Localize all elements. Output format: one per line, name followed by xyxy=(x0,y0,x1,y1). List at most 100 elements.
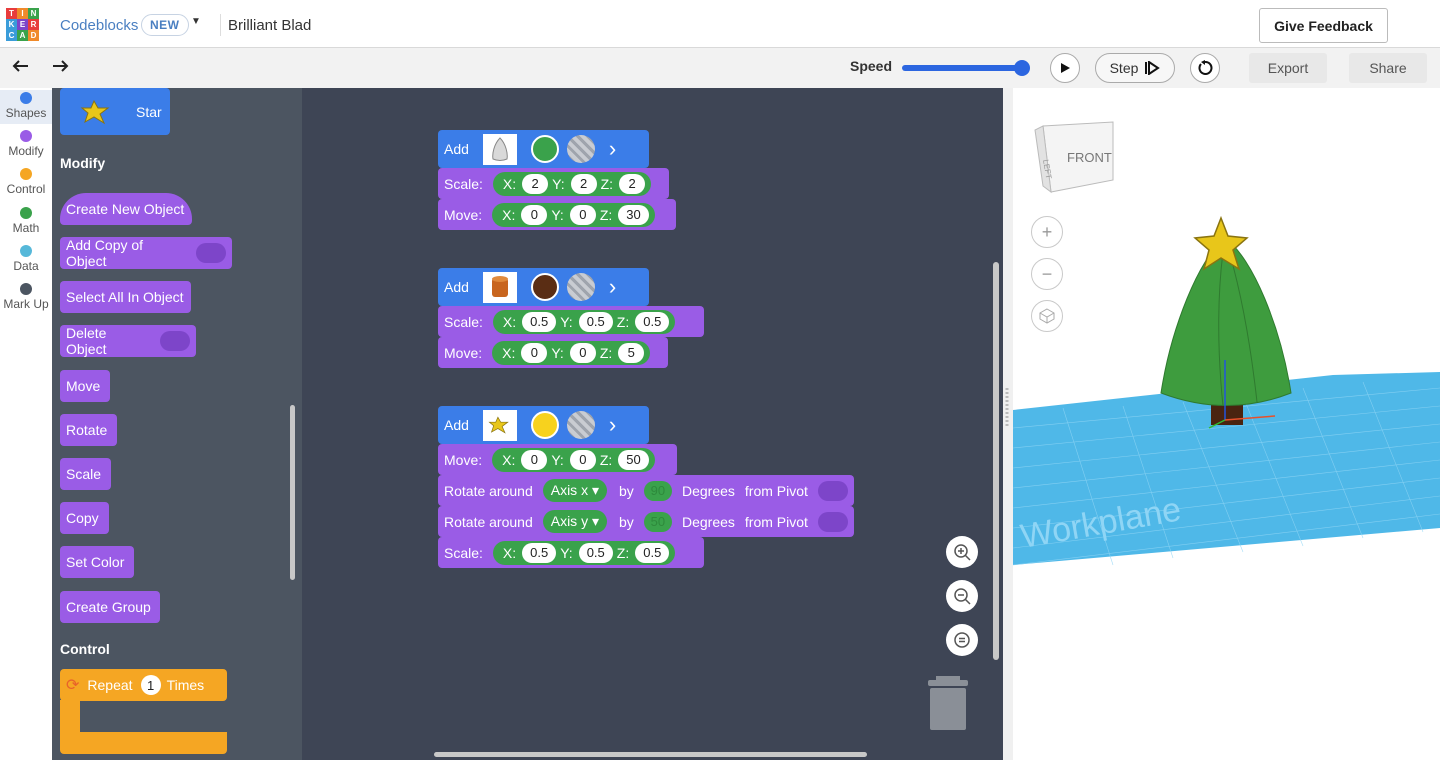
move-block[interactable]: Move: X: 0 Y: 0 Z: 5 xyxy=(438,337,668,368)
cone-shape-icon[interactable] xyxy=(482,133,517,165)
x-input[interactable]: 0.5 xyxy=(522,311,557,332)
add-block-cylinder[interactable]: Add › xyxy=(438,268,649,306)
degrees-input[interactable]: 50 xyxy=(643,511,672,532)
reset-button[interactable] xyxy=(1190,53,1220,83)
category-shapes[interactable]: Shapes xyxy=(0,90,52,124)
y-input[interactable]: 0 xyxy=(569,449,596,470)
3d-viewport[interactable]: Workplane FRONT LEFT xyxy=(1003,88,1440,760)
x-input[interactable]: 0 xyxy=(521,342,548,363)
speed-slider-handle[interactable] xyxy=(1014,60,1030,76)
category-label: Shapes xyxy=(5,106,47,120)
color-swatch-yellow[interactable] xyxy=(530,411,559,439)
category-modify[interactable]: Modify xyxy=(0,130,52,158)
z-input[interactable]: 5 xyxy=(618,342,645,363)
palette-block-create-new-object[interactable]: Create New Object xyxy=(60,193,192,225)
x-input[interactable]: 0 xyxy=(521,449,548,470)
tinkercad-logo[interactable]: T I N K E R C A D xyxy=(6,8,39,41)
palette-block-copy[interactable]: Copy xyxy=(60,502,109,534)
cylinder-shape-icon[interactable] xyxy=(482,271,517,303)
app-name[interactable]: Codeblocks xyxy=(60,17,138,34)
zoom-in-icon[interactable] xyxy=(946,536,978,568)
canvas-horizontal-scrollbar[interactable] xyxy=(434,752,867,757)
reset-zoom-icon[interactable] xyxy=(946,624,978,656)
object-slot[interactable] xyxy=(196,243,226,263)
palette-block-repeat[interactable]: ⟳ Repeat 1 Times xyxy=(60,669,227,701)
hole-swatch[interactable] xyxy=(566,273,595,301)
axis-dropdown[interactable]: Axis x ▾ xyxy=(542,479,607,502)
viewport-zoom-in-icon[interactable]: + xyxy=(1031,216,1063,248)
reset-icon xyxy=(1198,60,1213,75)
object-slot[interactable] xyxy=(160,331,190,351)
rotate-block[interactable]: Rotate around Axis x ▾ by 90 Degrees fro… xyxy=(438,475,854,506)
viewport-home-view-icon[interactable] xyxy=(1031,300,1063,332)
scale-block[interactable]: Scale: X: 2 Y: 2 Z: 2 xyxy=(438,168,669,199)
document-title[interactable]: Brilliant Blad xyxy=(228,17,311,34)
chevron-right-icon[interactable]: › xyxy=(609,274,616,300)
z-input[interactable]: 30 xyxy=(618,204,649,225)
x-input[interactable]: 2 xyxy=(522,173,549,194)
palette-block-add-copy[interactable]: Add Copy of Object xyxy=(60,237,232,269)
chevron-down-icon[interactable]: ▼ xyxy=(191,16,201,27)
move-block[interactable]: Move: X: 0 Y: 0 Z: 30 xyxy=(438,199,676,230)
scale-block[interactable]: Scale: X: 0.5 Y: 0.5 Z: 0.5 xyxy=(438,306,704,337)
category-control[interactable]: Control xyxy=(0,168,52,196)
hole-swatch[interactable] xyxy=(566,411,595,439)
star-shape-icon[interactable] xyxy=(482,409,517,441)
viewport-zoom-out-icon[interactable]: − xyxy=(1031,258,1063,290)
repeat-count[interactable]: 1 xyxy=(140,675,161,695)
shapes-dot-icon xyxy=(20,92,32,104)
palette-block-rotate[interactable]: Rotate xyxy=(60,414,117,446)
x-input[interactable]: 0.5 xyxy=(522,542,557,563)
hole-swatch[interactable] xyxy=(566,135,595,163)
degrees-input[interactable]: 90 xyxy=(643,480,672,501)
redo-icon[interactable] xyxy=(51,57,69,78)
palette-block-star[interactable]: Star xyxy=(60,88,170,135)
step-button[interactable]: Step xyxy=(1095,53,1175,83)
pivot-slot[interactable] xyxy=(817,480,848,501)
palette-block-move[interactable]: Move xyxy=(60,370,110,402)
y-input[interactable]: 0 xyxy=(569,204,596,225)
palette-block-scale[interactable]: Scale xyxy=(60,458,111,490)
y-input[interactable]: 2 xyxy=(570,173,597,194)
z-input[interactable]: 2 xyxy=(619,173,646,194)
3d-scene: Workplane FRONT LEFT xyxy=(1003,88,1440,760)
undo-icon[interactable] xyxy=(12,57,30,78)
category-data[interactable]: Data xyxy=(0,245,52,273)
y-input[interactable]: 0.5 xyxy=(578,542,613,563)
palette-scrollbar[interactable] xyxy=(290,405,295,580)
color-swatch-green[interactable] xyxy=(530,135,559,163)
speed-slider[interactable] xyxy=(902,65,1024,71)
z-input[interactable]: 0.5 xyxy=(635,542,670,563)
axis-dropdown[interactable]: Axis y ▾ xyxy=(542,510,607,533)
rotate-label: Rotate around xyxy=(444,513,533,530)
z-input[interactable]: 50 xyxy=(618,449,649,470)
x-input[interactable]: 0 xyxy=(521,204,548,225)
add-block-star[interactable]: Add › xyxy=(438,406,649,444)
y-input[interactable]: 0 xyxy=(569,342,596,363)
play-button[interactable] xyxy=(1050,53,1080,83)
scale-block[interactable]: Scale: X: 0.5 Y: 0.5 Z: 0.5 xyxy=(438,537,704,568)
chevron-right-icon[interactable]: › xyxy=(609,412,616,438)
category-markup[interactable]: Mark Up xyxy=(0,283,52,311)
z-label: Z: xyxy=(616,544,630,561)
zoom-out-icon[interactable] xyxy=(946,580,978,612)
canvas-vertical-scrollbar[interactable] xyxy=(993,262,999,660)
y-label: Y: xyxy=(552,175,565,192)
share-button[interactable]: Share xyxy=(1349,53,1427,83)
z-input[interactable]: 0.5 xyxy=(635,311,670,332)
palette-block-create-group[interactable]: Create Group xyxy=(60,591,160,623)
rotate-block[interactable]: Rotate around Axis y ▾ by 50 Degrees fro… xyxy=(438,506,854,537)
move-block[interactable]: Move: X: 0 Y: 0 Z: 50 xyxy=(438,444,677,475)
add-block-cone[interactable]: Add › xyxy=(438,130,649,168)
export-button[interactable]: Export xyxy=(1249,53,1327,83)
palette-block-delete-object[interactable]: Delete Object xyxy=(60,325,196,357)
palette-block-select-all[interactable]: Select All In Object xyxy=(60,281,191,313)
color-swatch-brown[interactable] xyxy=(530,273,559,301)
category-math[interactable]: Math xyxy=(0,207,52,235)
palette-block-set-color[interactable]: Set Color xyxy=(60,546,134,578)
give-feedback-button[interactable]: Give Feedback xyxy=(1259,8,1388,43)
pivot-slot[interactable] xyxy=(817,511,848,532)
chevron-right-icon[interactable]: › xyxy=(609,136,616,162)
y-input[interactable]: 0.5 xyxy=(578,311,613,332)
trash-icon[interactable] xyxy=(928,676,968,737)
